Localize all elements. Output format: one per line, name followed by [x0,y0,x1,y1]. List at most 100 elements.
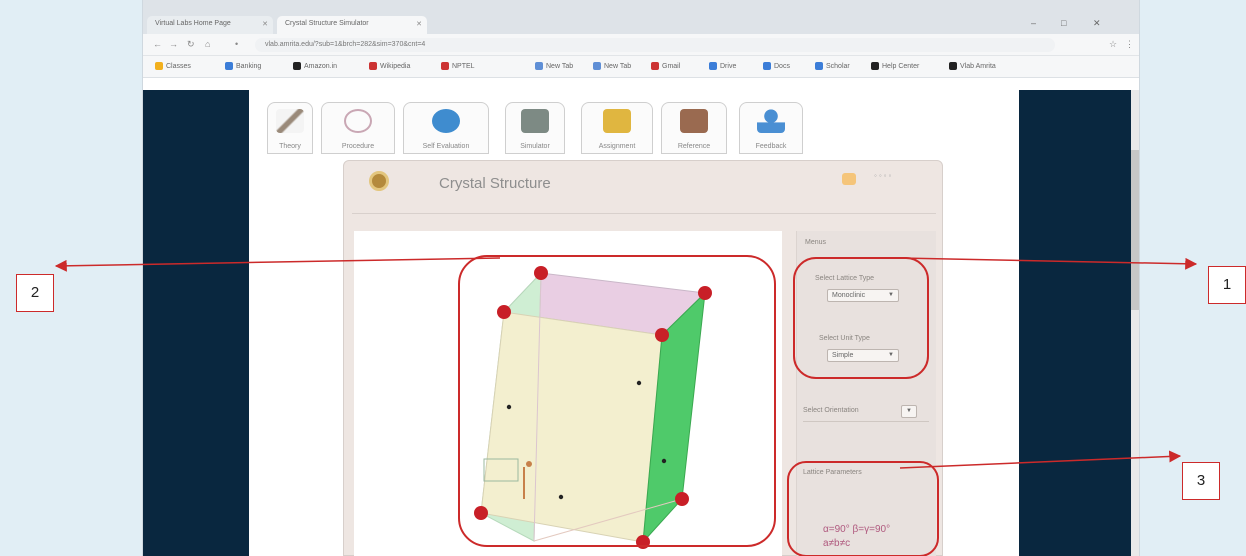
chevron-down-icon: ▼ [888,352,894,358]
bookmark[interactable]: NPTEL [441,62,475,70]
bookmark[interactable]: Amazon.in [293,62,337,70]
tab-label: Reference [677,143,711,150]
minimize-button[interactable]: – [1031,18,1036,28]
divider [803,421,929,422]
simulation-window: Crystal Structure ◦◦◦◦ Menus Select Latt… [343,160,943,556]
bookmark[interactable]: Wikipedia [369,62,410,70]
tab-label: Theory [279,143,301,150]
browser-tab-simulator[interactable]: Crystal Structure Simulator ✕ [277,16,427,34]
logo-icon [369,171,389,191]
bookmark[interactable]: Gmail [651,62,680,70]
bookmark-label: Gmail [662,62,681,70]
left-sidebar [143,90,249,556]
face-center-atom [558,494,564,500]
unit-type-label: Select Unit Type [819,335,870,342]
folder-icon [155,62,163,70]
unit-type-value: Simple [832,352,854,359]
bookmark-label: New Tab [546,62,574,70]
scrollbar-thumb[interactable] [1131,150,1139,310]
home-icon[interactable]: ⌂ [205,39,210,49]
page-icon [593,62,601,70]
corner-atom [474,506,488,520]
bookmark[interactable]: Docs [763,62,790,70]
tab-reference[interactable]: Reference [661,102,727,154]
simulation-window-controls[interactable]: ◦◦◦◦ [874,171,893,180]
page-icon [535,62,543,70]
crystal-lattice-diagram [474,266,712,549]
corner-atom [497,305,511,319]
bookmark-label: Banking [236,62,262,70]
axis-origin [526,461,532,467]
lattice-parameters-heading: Lattice Parameters [803,469,862,476]
window-close-button[interactable]: ✕ [1093,18,1101,29]
scholar-icon [815,62,823,70]
bookmark-label: New Tab [604,62,632,70]
tab-self-evaluation[interactable]: Self Evaluation [403,102,489,154]
reload-icon[interactable]: ↻ [187,39,195,50]
bookmark[interactable]: Scholar [815,62,850,70]
browser-tab-home[interactable]: Virtual Labs Home Page ✕ [147,16,273,34]
lock-icon: • [235,39,239,49]
page-content: Theory Procedure Self Evaluation Simulat… [143,90,1139,556]
bookmark[interactable]: Banking [225,62,261,70]
face-center-atom [506,404,512,410]
divider [352,213,936,214]
docs-icon [763,62,771,70]
bookmark[interactable]: New Tab [535,62,573,70]
bookmark-label: Drive [720,62,737,70]
star-icon[interactable]: ☆ [1109,39,1117,50]
bookmark[interactable]: Classes [155,62,191,70]
lattice-angle-values: α=90° β=γ=90° [823,524,891,535]
drive-icon [709,62,717,70]
nptel-icon [441,62,449,70]
browser-tab-label: Crystal Structure Simulator [285,20,369,27]
close-icon[interactable]: ✕ [262,20,268,28]
tab-label: Self Evaluation [422,143,470,150]
browser-tab-strip: Virtual Labs Home Page ✕ Crystal Structu… [143,0,1139,34]
orientation-select[interactable]: ▼ [901,405,917,418]
lattice-length-values: a≠b≠c [823,538,851,549]
browser-tab-label: Virtual Labs Home Page [155,20,231,27]
tab-assignment[interactable]: Assignment [581,102,653,154]
bookmark[interactable]: Drive [709,62,736,70]
amazon-icon [293,62,301,70]
bookmark-label: Vlab Amrita [960,62,996,70]
bookmark-label: Amazon.in [304,62,338,70]
tab-procedure[interactable]: Procedure [321,102,395,154]
maximize-button[interactable]: □ [1061,18,1066,28]
tab-label: Feedback [755,143,787,150]
info-button[interactable] [842,173,856,185]
back-arrow-icon[interactable]: ← [153,39,162,49]
tab-label: Procedure [341,143,375,150]
annotation-label-2: 2 [16,274,54,312]
chevron-down-icon: ▼ [906,408,912,414]
bookshelf-icon [680,109,708,133]
bookmark-label: Docs [774,62,790,70]
close-icon[interactable]: ✕ [416,20,422,28]
bookmark[interactable]: New Tab [593,62,631,70]
bookmark-label: Classes [166,62,191,70]
person-icon [757,109,785,133]
tab-label: Assignment [598,143,636,150]
bookmark-label: NPTEL [452,62,475,70]
menu-heading: Menus [805,239,827,246]
url-input[interactable]: vlab.amrita.edu/?sub=1&brch=282&sim=370&… [255,38,1055,52]
bookmarks-bar: Classes Banking Amazon.in Wikipedia NPTE… [143,56,1139,78]
bookmark[interactable]: Help Center [871,62,919,70]
tab-feedback[interactable]: Feedback [739,102,803,154]
chevron-down-icon: ▼ [888,292,894,298]
forward-arrow-icon[interactable]: → [169,39,178,49]
book-icon [603,109,631,133]
tab-simulator[interactable]: Simulator [505,102,565,154]
tab-theory[interactable]: Theory [267,102,313,154]
wikipedia-icon [369,62,377,70]
lattice-type-select[interactable]: Monoclinic ▼ [827,289,899,302]
menu-panel: Menus Select Lattice Type Monoclinic ▼ S… [796,231,936,556]
unit-type-select[interactable]: Simple ▼ [827,349,899,362]
bookmark[interactable]: Vlab Amrita [949,62,996,70]
browser-window: Virtual Labs Home Page ✕ Crystal Structu… [142,0,1140,556]
crystal-canvas[interactable] [354,231,782,556]
gmail-icon [651,62,659,70]
menu-dots-icon[interactable]: ⋮ [1125,39,1134,50]
monitor-icon [521,109,549,133]
